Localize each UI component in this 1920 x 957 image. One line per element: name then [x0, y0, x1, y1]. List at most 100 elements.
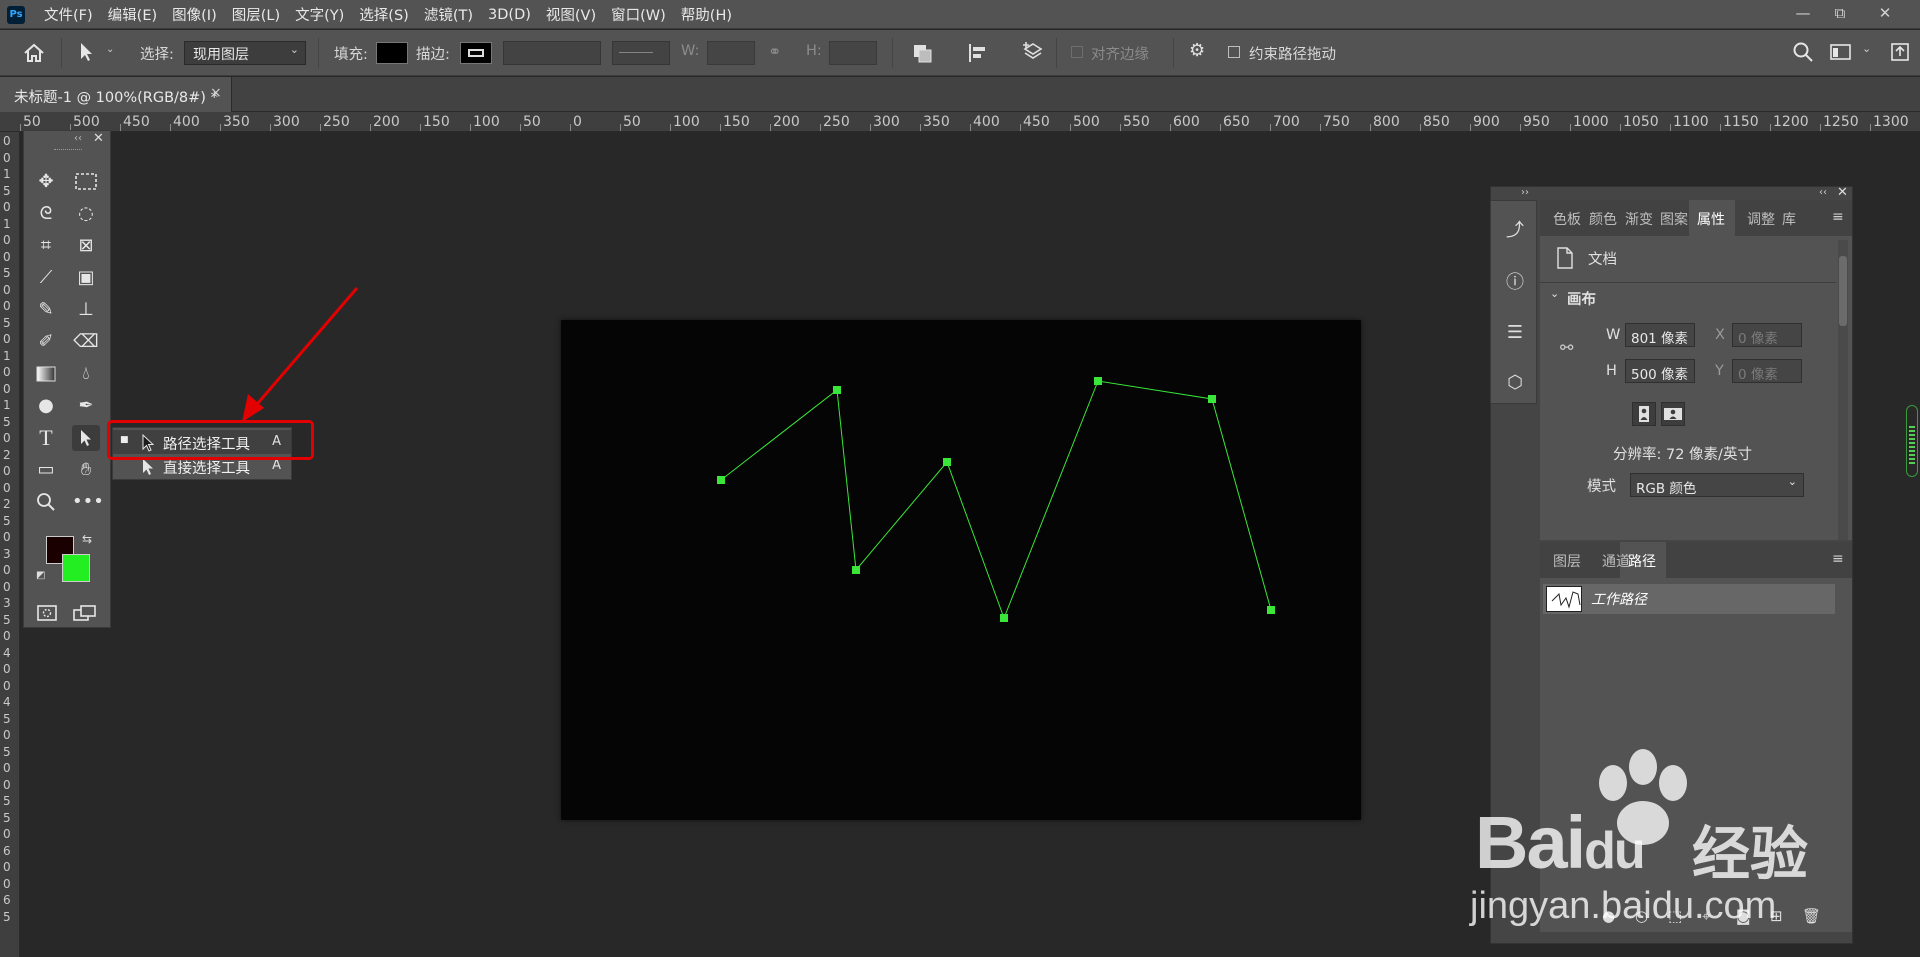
menu-edit[interactable]: 编辑(E)	[108, 4, 157, 25]
clone-stamp-tool-icon[interactable]: ⊥	[72, 297, 100, 323]
menu-select[interactable]: 选择(S)	[359, 4, 409, 25]
path-anchor-point[interactable]	[717, 476, 725, 484]
properties-scrollbar[interactable]	[1838, 240, 1848, 540]
menu-help[interactable]: 帮助(H)	[681, 4, 732, 25]
close-button[interactable]: ✕	[1871, 2, 1899, 24]
path-selection-tool-button[interactable]	[72, 425, 100, 451]
screen-mode-icon[interactable]	[72, 603, 98, 623]
menu-window[interactable]: 窗口(W)	[611, 4, 666, 25]
eraser-tool-icon[interactable]: ⌫	[72, 329, 100, 355]
stroke-swatch[interactable]	[460, 42, 492, 64]
tab-paths[interactable]: 路径	[1628, 551, 1656, 571]
path-anchor-point[interactable]	[1000, 614, 1008, 622]
collapse-panels-icon[interactable]: ‹‹	[1819, 187, 1827, 198]
menu-file[interactable]: 文件(F)	[44, 4, 93, 25]
canvas-y-field[interactable]: 0 像素	[1732, 359, 1802, 383]
pen-tool-icon[interactable]: ✒	[72, 393, 100, 419]
history-brush-tool-icon[interactable]: ✐	[32, 329, 60, 355]
collapse-section-chevron-down-icon[interactable]: ⌄	[1550, 287, 1559, 300]
path-anchor-point[interactable]	[833, 386, 841, 394]
menu-image[interactable]: 图像(I)	[172, 4, 217, 25]
panel-menu-icon[interactable]: ≡	[1832, 209, 1844, 225]
crop-tool-icon[interactable]: ⌗	[32, 233, 60, 259]
path-row[interactable]: 工作路径	[1543, 584, 1835, 614]
stroke-width-field[interactable]	[503, 41, 601, 65]
swap-colors-icon[interactable]: ⇆	[82, 532, 92, 546]
close-toolbox-icon[interactable]: ✕	[93, 131, 104, 146]
move-tool-icon[interactable]: ✥	[32, 169, 60, 195]
path-anchor-point[interactable]	[852, 566, 860, 574]
width-field[interactable]	[707, 41, 755, 65]
landscape-orientation-icon[interactable]	[1661, 402, 1685, 426]
workspace-chevron-down-icon[interactable]: ⌄	[1862, 42, 1871, 55]
tab-patterns[interactable]: 图案	[1660, 209, 1688, 229]
rectangle-tool-icon[interactable]: ▭	[32, 457, 60, 483]
canvas-width-field[interactable]: 801 像素	[1625, 323, 1695, 347]
brush-tool-icon[interactable]: ✎	[32, 297, 60, 323]
type-tool-icon[interactable]: T	[32, 425, 60, 451]
tab-properties[interactable]: 属性	[1697, 209, 1725, 229]
zoom-slider[interactable]	[1906, 405, 1918, 477]
path-selection-tool-icon[interactable]	[78, 41, 96, 63]
scrollbar-thumb[interactable]	[1839, 256, 1847, 326]
select-dropdown[interactable]: 现用图层 ⌄	[184, 41, 306, 65]
tab-swatches[interactable]: 色板	[1553, 209, 1581, 229]
tab-color[interactable]: 颜色	[1589, 209, 1617, 229]
panel-menu-icon[interactable]: ≡	[1832, 551, 1844, 567]
link-icon[interactable]: ⚭	[768, 42, 781, 61]
path-alignment-icon[interactable]	[966, 42, 990, 64]
document-canvas[interactable]	[561, 320, 1361, 820]
menu-view[interactable]: 视图(V)	[546, 4, 596, 25]
fill-swatch[interactable]	[376, 42, 408, 64]
path-anchor-point[interactable]	[1208, 395, 1216, 403]
gradient-tool-icon[interactable]	[32, 361, 60, 387]
minimize-button[interactable]: —	[1789, 2, 1817, 24]
workspace-icon[interactable]	[1830, 43, 1852, 61]
more-tools-icon[interactable]: •••	[72, 489, 104, 515]
menu-layer[interactable]: 图层(L)	[232, 4, 280, 25]
close-tab-icon[interactable]: ×	[210, 85, 222, 101]
tab-channels[interactable]: 通道	[1602, 551, 1630, 571]
gear-icon[interactable]: ⚙	[1189, 40, 1205, 61]
3d-panel-icon[interactable]: ⬡	[1501, 369, 1529, 397]
tab-layers[interactable]: 图层	[1553, 551, 1581, 571]
lasso-tool-icon[interactable]: ᘓ	[32, 201, 60, 227]
path-operations-icon[interactable]	[911, 42, 935, 64]
adjustments-panel-icon[interactable]: ☰	[1501, 319, 1529, 347]
constrain-path-checkbox[interactable]	[1228, 46, 1240, 58]
tab-gradients[interactable]: 渐变	[1625, 209, 1653, 229]
blur-tool-icon[interactable]: 💧︎	[72, 361, 100, 387]
menu-filter[interactable]: 滤镜(T)	[424, 4, 473, 25]
eyedropper-tool-icon[interactable]: ⟋	[32, 265, 60, 291]
tool-preset-chevron-down-icon[interactable]: ⌄	[106, 44, 114, 55]
default-colors-icon[interactable]: ◩	[36, 570, 45, 581]
restore-button[interactable]: ⧉	[1826, 2, 1854, 24]
home-icon[interactable]	[22, 42, 46, 64]
document-tab[interactable]: 未标题-1 @ 100%(RGB/8#) * ×	[0, 77, 232, 112]
path-anchor-point[interactable]	[1094, 377, 1102, 385]
tab-libraries[interactable]: 库	[1782, 209, 1796, 229]
path-anchor-point[interactable]	[1267, 606, 1275, 614]
collapse-toolbox-icon[interactable]: ‹‹	[74, 133, 82, 144]
quick-mask-icon[interactable]	[35, 603, 61, 623]
canvas-height-field[interactable]: 500 像素	[1625, 359, 1695, 383]
portrait-orientation-icon[interactable]	[1632, 402, 1656, 426]
quick-selection-tool-icon[interactable]: ◌	[72, 201, 100, 227]
dodge-tool-icon[interactable]: ●	[32, 393, 60, 419]
path-arrangement-icon[interactable]	[1020, 40, 1046, 64]
hand-tool-icon[interactable]: ✋︎	[72, 457, 100, 483]
zoom-tool-icon[interactable]	[32, 489, 60, 515]
menu-type[interactable]: 文字(Y)	[295, 4, 344, 25]
height-field[interactable]	[829, 41, 877, 65]
history-panel-icon[interactable]: ⤴	[1501, 217, 1529, 245]
link-dimensions-icon[interactable]: ⚯	[1560, 338, 1573, 357]
search-icon[interactable]	[1792, 41, 1814, 63]
frame-tool-icon[interactable]: ⊠	[72, 233, 100, 259]
menu-3d[interactable]: 3D(D)	[488, 7, 531, 23]
tab-adjustments[interactable]: 调整	[1747, 209, 1775, 229]
info-panel-icon[interactable]: ⓘ	[1501, 269, 1529, 297]
spot-healing-tool-icon[interactable]: ▣	[72, 265, 100, 291]
close-panels-icon[interactable]: ✕	[1837, 185, 1848, 200]
expand-panels-icon[interactable]: ››	[1521, 187, 1529, 198]
canvas-x-field[interactable]: 0 像素	[1732, 323, 1802, 347]
